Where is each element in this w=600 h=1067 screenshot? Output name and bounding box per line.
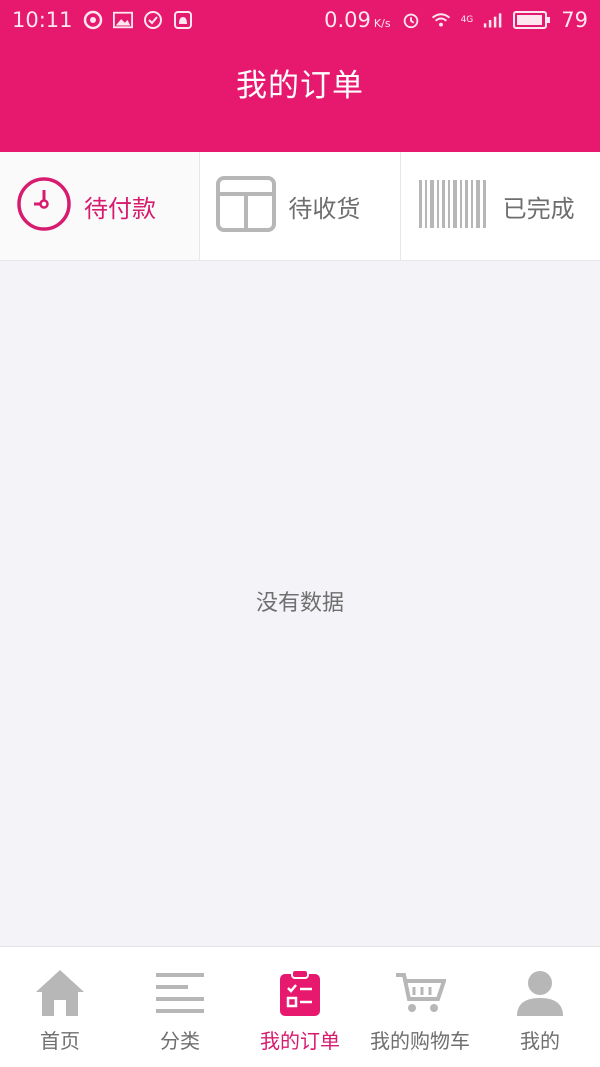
page-title: 我的订单	[236, 68, 364, 104]
clock-icon	[16, 176, 72, 236]
nav-label: 分类	[160, 1029, 200, 1053]
home-icon	[34, 967, 86, 1019]
nav-category[interactable]: 分类	[120, 947, 240, 1067]
speed-value: 0.09	[324, 8, 371, 32]
nav-cart[interactable]: 我的购物车	[360, 947, 480, 1067]
tab-label: 待付款	[84, 194, 156, 223]
nav-label: 我的订单	[260, 1029, 340, 1053]
barcode-icon	[417, 178, 491, 234]
order-icon	[274, 967, 326, 1019]
wifi-icon	[431, 10, 451, 30]
nav-label: 我的购物车	[370, 1029, 470, 1053]
image-icon	[112, 10, 133, 30]
cart-icon	[394, 967, 446, 1019]
battery-level: 79	[561, 8, 588, 32]
network-type: 4G	[460, 14, 474, 25]
tab-pending-payment[interactable]: 待付款	[0, 152, 201, 260]
notification-icon	[173, 10, 193, 30]
status-bar: 10:11 0.09 K/s 4G 79	[0, 0, 600, 40]
tab-pending-receipt[interactable]: 待收货	[200, 152, 401, 260]
bottom-navigation: 首页 分类 我的订单 我的购物车 我的	[0, 946, 600, 1067]
nav-profile[interactable]: 我的	[480, 947, 600, 1067]
status-time: 10:11	[12, 8, 73, 32]
tab-label: 已完成	[502, 194, 575, 223]
sync-icon	[83, 10, 103, 30]
alarm-icon	[401, 10, 421, 30]
speed-unit: K/s	[373, 17, 391, 30]
tab-label: 待收货	[288, 194, 361, 223]
top-bar: 10:11 0.09 K/s 4G 79 我的订单	[0, 0, 600, 152]
menu-icon	[154, 967, 206, 1019]
signal-icon	[483, 10, 503, 30]
order-tabs: 待付款 待收货 已完成	[0, 152, 600, 261]
check-circle-icon	[143, 10, 163, 30]
nav-my-orders[interactable]: 我的订单	[240, 947, 360, 1067]
nav-label: 我的	[520, 1029, 560, 1053]
nav-label: 首页	[40, 1029, 80, 1053]
nav-home[interactable]: 首页	[0, 947, 120, 1067]
empty-state-text: 没有数据	[255, 591, 344, 616]
user-icon	[514, 967, 566, 1019]
grid-icon	[216, 176, 277, 236]
network-speed: 0.09 K/s	[324, 8, 390, 32]
tab-completed[interactable]: 已完成	[401, 152, 600, 260]
battery-icon	[513, 10, 551, 30]
